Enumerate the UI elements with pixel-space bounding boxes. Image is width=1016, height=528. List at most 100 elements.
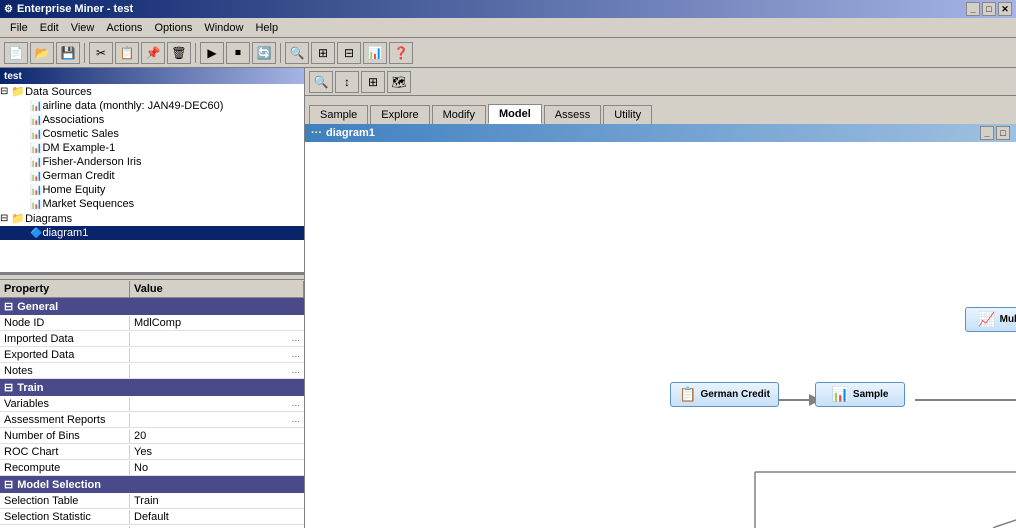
toolbar-layout[interactable]: ⊟	[337, 42, 361, 64]
tab-bar: Sample Explore Modify Model Assess Utili…	[305, 96, 1016, 124]
props-section-general: ⊟General	[0, 298, 304, 315]
app-icon: ⚙	[4, 4, 13, 15]
menu-window[interactable]: Window	[198, 20, 249, 36]
props-section-train: ⊟Train	[0, 379, 304, 396]
sample-icon: 📊	[831, 386, 848, 403]
toolbar-fit[interactable]: ⊞	[311, 42, 335, 64]
left-panel: test ⊟ 📁 Data Sources 📊 airline data (mo…	[0, 68, 305, 528]
tree-item-airline[interactable]: 📊 airline data (monthly: JAN49-DEC60)	[0, 99, 304, 113]
toolbar-sep1	[84, 43, 85, 63]
props-row-selstat[interactable]: Selection Statistic Default	[0, 509, 304, 525]
toolbar-sep2	[195, 43, 196, 63]
tab-assess[interactable]: Assess	[544, 105, 601, 124]
props-row-nodeid[interactable]: Node ID MdlComp	[0, 315, 304, 331]
rt-grid-icon[interactable]: ⊞	[361, 71, 385, 93]
rt-pan-icon[interactable]: ↕	[335, 71, 359, 93]
toolbar-delete[interactable]: 🗑	[167, 42, 191, 64]
expand-diagrams-icon: ⊟	[0, 213, 8, 224]
rt-zoom-icon[interactable]: 🔍	[309, 71, 333, 93]
menu-file[interactable]: File	[4, 20, 34, 36]
data-icon5: 📊	[30, 157, 42, 168]
toolbar-refresh[interactable]: 🔄	[252, 42, 276, 64]
diagram-title-bar: ··· diagram1 _ □	[305, 124, 1016, 142]
toolbar-save[interactable]: 💾	[56, 42, 80, 64]
props-row-roc[interactable]: ROC Chart Yes	[0, 444, 304, 460]
maximize-button[interactable]: □	[982, 2, 996, 16]
expand-train-icon: ⊟	[4, 381, 13, 394]
tree-item-germancredit[interactable]: 📊 German Credit	[0, 169, 304, 183]
props-row-seltable[interactable]: Selection Table Train	[0, 493, 304, 509]
tree-panel: ⊟ 📁 Data Sources 📊 airline data (monthly…	[0, 84, 304, 274]
props-row-assessment[interactable]: Assessment Reports ...	[0, 412, 304, 428]
data-icon7: 📊	[30, 185, 42, 196]
node-german-credit[interactable]: 📋 German Credit	[670, 382, 779, 407]
toolbar-cut[interactable]: ✂	[89, 42, 113, 64]
toolbar-run[interactable]: ▶	[200, 42, 224, 64]
rt-map-icon[interactable]: 🗺	[387, 71, 411, 93]
props-row-notes[interactable]: Notes ...	[0, 363, 304, 379]
tab-modify[interactable]: Modify	[432, 105, 486, 124]
node-sample[interactable]: 📊 Sample	[815, 382, 905, 407]
node-german-credit-box[interactable]: 📋 German Credit	[670, 382, 779, 407]
node-sample-box[interactable]: 📊 Sample	[815, 382, 905, 407]
tree-item-datasources[interactable]: ⊟ 📁 Data Sources	[0, 84, 304, 99]
properties-panel: Property Value ⊟General Node ID MdlComp …	[0, 280, 304, 528]
tree-item-diagram1[interactable]: 🔷 diagram1	[0, 226, 304, 240]
title-bar: ⚙ Enterprise Miner - test _ □ ✕	[0, 0, 1016, 18]
menu-help[interactable]: Help	[249, 20, 284, 36]
diagram-min-btn[interactable]: _	[980, 126, 994, 140]
data-icon3: 📊	[30, 129, 42, 140]
toolbar-props[interactable]: 📊	[363, 42, 387, 64]
props-row-imported[interactable]: Imported Data ...	[0, 331, 304, 347]
expand-datasources-icon: ⊟	[0, 86, 8, 97]
diagram-max-btn[interactable]: □	[996, 126, 1010, 140]
tree-item-marketseq[interactable]: 📊 Market Sequences	[0, 197, 304, 211]
connections-svg	[305, 142, 1016, 528]
tab-explore[interactable]: Explore	[370, 105, 429, 124]
toolbar-sep3	[280, 43, 281, 63]
app-title: Enterprise Miner - test	[17, 3, 133, 15]
node-multiplot-box[interactable]: 📈 MultiPlot	[965, 307, 1016, 332]
menu-bar: File Edit View Actions Options Window He…	[0, 18, 1016, 38]
toolbar-help2[interactable]: ❓	[389, 42, 413, 64]
data-icon2: 📊	[30, 115, 42, 126]
menu-options[interactable]: Options	[148, 20, 198, 36]
tree-item-homeequity[interactable]: 📊 Home Equity	[0, 183, 304, 197]
props-row-exported[interactable]: Exported Data ...	[0, 347, 304, 363]
props-section-modelsel: ⊟Model Selection	[0, 476, 304, 493]
tab-sample[interactable]: Sample	[309, 105, 368, 124]
diagram-name: diagram1	[326, 127, 375, 139]
props-col-value: Value	[130, 281, 304, 297]
datasources-folder-icon: 📁	[11, 85, 25, 98]
props-row-variables[interactable]: Variables ...	[0, 396, 304, 412]
menu-view[interactable]: View	[65, 20, 101, 36]
menu-actions[interactable]: Actions	[100, 20, 148, 36]
toolbar-paste[interactable]: 📌	[141, 42, 165, 64]
tree-item-cosmsales[interactable]: 📊 Cosmetic Sales	[0, 127, 304, 141]
tree-item-dmex1[interactable]: 📊 DM Example-1	[0, 141, 304, 155]
tree-item-diagrams[interactable]: ⊟ 📁 Diagrams	[0, 211, 304, 226]
toolbar-zoom[interactable]: 🔍	[285, 42, 309, 64]
props-header: Property Value	[0, 280, 304, 298]
tab-utility[interactable]: Utility	[603, 105, 652, 124]
toolbar-stop[interactable]: ⏹	[226, 42, 250, 64]
german-credit-icon: 📋	[679, 386, 696, 403]
props-row-recompute[interactable]: Recompute No	[0, 460, 304, 476]
props-row-numbins[interactable]: Number of Bins 20	[0, 428, 304, 444]
diagrams-folder-icon: 📁	[11, 212, 25, 225]
close-button[interactable]: ✕	[998, 2, 1012, 16]
diagram-canvas[interactable]: 📋 German Credit 📊 Sample 🗂 Data Parti	[305, 142, 1016, 528]
toolbar-open[interactable]: 📂	[30, 42, 54, 64]
toolbar-new[interactable]: 📄	[4, 42, 28, 64]
node-multiplot[interactable]: 📈 MultiPlot	[965, 307, 1016, 332]
tree-item-fisheranderson[interactable]: 📊 Fisher-Anderson Iris	[0, 155, 304, 169]
data-icon: 📊	[30, 101, 42, 112]
right-panel: 🔍 ↕ ⊞ 🗺 Sample Explore Modify Model Asse…	[305, 68, 1016, 528]
data-icon8: 📊	[30, 199, 42, 210]
menu-edit[interactable]: Edit	[34, 20, 65, 36]
expand-general-icon: ⊟	[4, 300, 13, 313]
toolbar-copy[interactable]: 📋	[115, 42, 139, 64]
minimize-button[interactable]: _	[966, 2, 980, 16]
tab-model[interactable]: Model	[488, 104, 542, 124]
tree-item-assoc[interactable]: 📊 Associations	[0, 113, 304, 127]
